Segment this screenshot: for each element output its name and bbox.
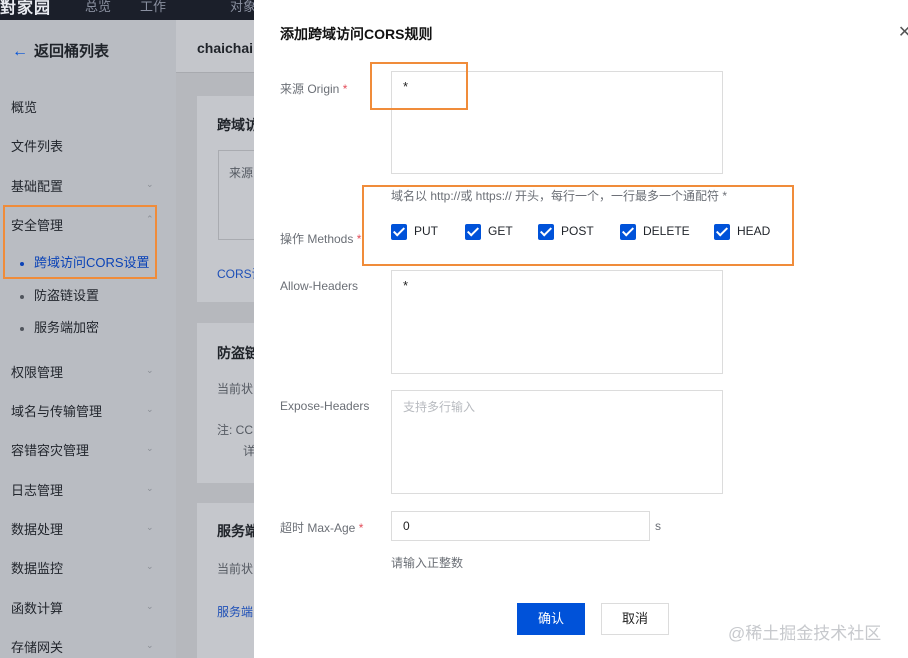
chevron-down-icon: ⌄ — [146, 522, 154, 532]
chevron-down-icon: ⌄ — [146, 443, 154, 453]
chevron-down-icon: ⌄ — [146, 179, 154, 189]
close-icon[interactable]: ✕ — [898, 22, 908, 42]
origin-highlight-box — [370, 62, 468, 110]
modal-title: 添加跨域访问CORS规则 — [280, 26, 433, 42]
methods-highlight-box — [362, 185, 794, 266]
expose-headers-placeholder: 支持多行输入 — [403, 400, 476, 414]
max-age-value: 0 — [403, 519, 410, 533]
required-mark: * — [358, 521, 364, 535]
sidebar-item-function-compute[interactable]: 函数计算 — [11, 598, 63, 617]
sidebar-item-file-list[interactable]: 文件列表 — [11, 136, 63, 155]
chevron-down-icon: ⌄ — [146, 365, 154, 375]
hotlink-status: 当前状 — [217, 382, 254, 396]
required-mark: * — [342, 82, 348, 96]
sidebar-item-disaster-recovery[interactable]: 容错容灾管理 — [11, 440, 89, 459]
max-age-unit: s — [655, 519, 661, 533]
chevron-down-icon: ⌄ — [146, 640, 154, 650]
cors-card-title: 跨域访 — [217, 117, 259, 133]
chevron-down-icon: ⌄ — [146, 601, 154, 611]
back-label: 返回桶列表 — [34, 43, 110, 60]
sse-card-title: 服务端 — [217, 523, 259, 539]
sidebar-item-overview[interactable]: 概览 — [11, 97, 37, 116]
watermark: @稀土掘金技术社区 — [728, 624, 882, 643]
sidebar-item-domain-transfer[interactable]: 域名与传输管理 — [11, 401, 102, 420]
max-age-input[interactable]: 0 — [391, 511, 650, 541]
sidebar-subitem-encryption-label: 服务端加密 — [34, 320, 100, 335]
max-age-label: 超时 Max-Age * — [280, 521, 364, 535]
sidebar-item-data-monitoring[interactable]: 数据监控 — [11, 558, 63, 577]
chevron-down-icon: ⌄ — [146, 483, 154, 493]
brand-logo: 對家园 — [0, 0, 52, 17]
bullet-icon — [20, 326, 24, 331]
hotlink-note: 注: CC — [217, 423, 254, 437]
sidebar-item-storage-gateway[interactable]: 存储网关 — [11, 637, 63, 656]
security-highlight-box — [3, 205, 157, 279]
required-mark: * — [356, 232, 362, 246]
sidebar-subitem-hotlink-label: 防盗链设置 — [34, 288, 100, 303]
back-to-bucket-list-button[interactable]: ← 返回桶列表 — [12, 40, 109, 61]
sse-status: 当前状 — [217, 562, 254, 576]
cancel-button[interactable]: 取消 — [601, 603, 669, 635]
bullet-icon — [20, 294, 24, 299]
confirm-button[interactable]: 确认 — [517, 603, 585, 635]
sidebar-item-permissions[interactable]: 权限管理 — [11, 362, 63, 381]
expose-headers-textarea[interactable]: 支持多行输入 — [391, 390, 723, 494]
sidebar-item-basic-config[interactable]: 基础配置 — [11, 176, 63, 195]
chevron-down-icon: ⌄ — [146, 404, 154, 414]
cors-table-header: 来源 — [229, 166, 254, 180]
allow-headers-textarea[interactable]: * — [391, 270, 723, 374]
sse-link[interactable]: 服务端 — [217, 603, 253, 620]
sidebar-item-logs[interactable]: 日志管理 — [11, 480, 63, 499]
top-tab-overview[interactable]: 总览 — [85, 0, 111, 15]
arrow-left-icon: ← — [12, 43, 28, 60]
top-tab-object[interactable]: 对象 — [230, 0, 256, 15]
expose-headers-label: Expose-Headers — [280, 399, 370, 413]
sidebar-subitem-hotlink[interactable]: 防盗链设置 — [20, 285, 99, 304]
allow-headers-value: * — [403, 278, 409, 293]
bucket-name: chaichai — [197, 40, 254, 56]
origin-label: 来源 Origin * — [280, 82, 348, 96]
sidebar-item-data-processing[interactable]: 数据处理 — [11, 519, 63, 538]
methods-label: 操作 Methods * — [280, 232, 362, 246]
allow-headers-label: Allow-Headers — [280, 279, 359, 293]
chevron-down-icon: ⌄ — [146, 561, 154, 571]
top-tab-work[interactable]: 工作 — [140, 0, 166, 15]
hotlink-card-title: 防盗链 — [217, 345, 259, 361]
max-age-hint: 请输入正整数 — [391, 556, 464, 570]
sidebar-subitem-encryption[interactable]: 服务端加密 — [20, 317, 99, 336]
